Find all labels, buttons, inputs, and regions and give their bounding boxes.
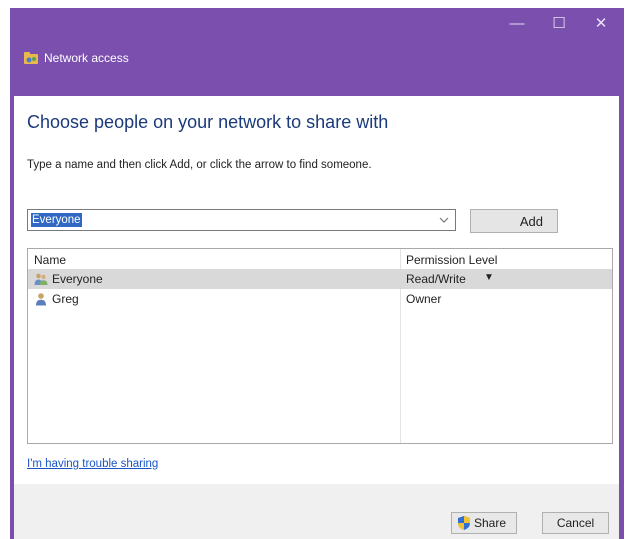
trouble-sharing-link[interactable]: I'm having trouble sharing <box>27 458 158 470</box>
name-input[interactable]: Everyone <box>31 213 82 227</box>
instructions-text: Type a name and then click Add, or click… <box>27 159 372 171</box>
share-list[interactable]: Name Permission Level Everyone Read/Writ… <box>27 248 613 444</box>
share-label: Share <box>474 516 507 530</box>
row-permission[interactable]: Read/Write <box>406 272 466 286</box>
page-title: Choose people on your network to share w… <box>27 112 389 132</box>
permission-dropdown-icon[interactable]: ▼ <box>484 272 494 283</box>
column-header-name[interactable]: Name <box>34 253 66 267</box>
add-button[interactable]: Add <box>470 209 558 233</box>
list-row-greg[interactable]: Greg Owner <box>28 289 612 309</box>
network-share-icon <box>24 52 38 64</box>
row-name: Greg <box>52 292 79 306</box>
row-name: Everyone <box>52 272 103 286</box>
close-button[interactable]: ✕ <box>580 8 622 38</box>
list-header: Name Permission Level <box>28 249 612 269</box>
share-button[interactable]: Share <box>451 512 517 534</box>
row-permission: Owner <box>406 292 442 306</box>
title-row: Network access <box>24 48 129 68</box>
uac-shield-icon <box>458 516 470 530</box>
network-access-window: — ☐ ✕ Network access Choose people on yo… <box>10 8 624 539</box>
minimize-button[interactable]: — <box>496 8 538 38</box>
user-icon <box>36 293 46 306</box>
column-header-permission[interactable]: Permission Level <box>406 253 497 267</box>
list-row-everyone[interactable]: Everyone Read/Write ▼ <box>28 269 612 289</box>
footer-bar: Share Cancel <box>14 484 619 539</box>
name-combo-box[interactable]: Everyone <box>27 209 456 231</box>
maximize-button[interactable]: ☐ <box>538 8 580 38</box>
cancel-button[interactable]: Cancel <box>542 512 609 534</box>
window-title: Network access <box>44 51 129 65</box>
group-users-icon <box>34 273 48 285</box>
title-bar[interactable]: — ☐ ✕ Network access <box>10 8 624 96</box>
chevron-down-icon[interactable] <box>437 213 451 227</box>
dialog-content: Choose people on your network to share w… <box>14 96 619 539</box>
